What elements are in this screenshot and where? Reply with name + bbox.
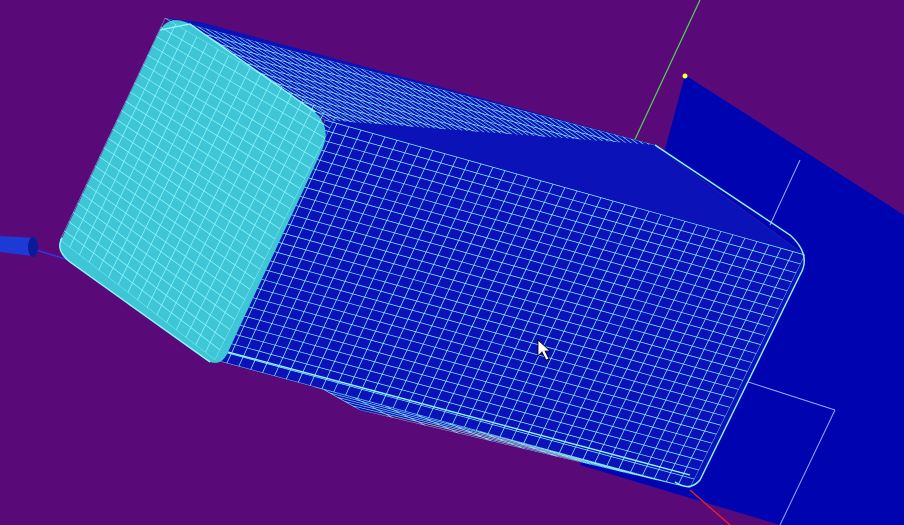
scene-canvas[interactable] xyxy=(0,0,904,525)
cone-glyph-icon[interactable] xyxy=(0,236,38,257)
vertex-marker[interactable] xyxy=(682,73,688,79)
3d-viewport[interactable] xyxy=(0,0,904,525)
